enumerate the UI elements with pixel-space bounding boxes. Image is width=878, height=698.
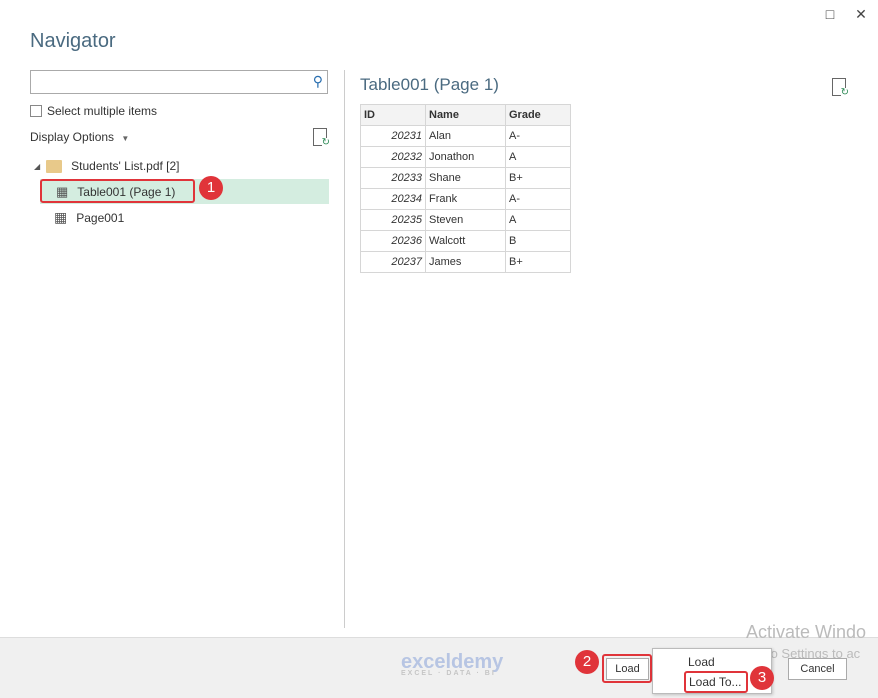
cell-grade: B+ bbox=[505, 251, 571, 273]
table-row: 20235 Steven A bbox=[360, 209, 571, 231]
cell-id: 20237 bbox=[360, 251, 426, 273]
search-input[interactable] bbox=[31, 71, 301, 93]
refresh-document-icon[interactable] bbox=[313, 128, 330, 148]
preview-title: Table001 (Page 1) bbox=[360, 75, 499, 94]
cell-name: Jonathon bbox=[425, 146, 506, 168]
column-header-grade: Grade bbox=[505, 104, 571, 126]
cell-grade: A bbox=[505, 209, 571, 231]
table-row: 20231 Alan A- bbox=[360, 125, 571, 147]
cell-grade: B+ bbox=[505, 167, 571, 189]
tree-item-page001[interactable]: ▦ Page001 bbox=[54, 209, 124, 226]
pane-divider[interactable] bbox=[344, 70, 345, 628]
tree-item-label: Page001 bbox=[76, 210, 125, 225]
maximize-button[interactable]: □ bbox=[820, 4, 840, 24]
tree-item-table001[interactable]: ▦ Table001 (Page 1) bbox=[56, 184, 175, 200]
caret-down-icon: ▼ bbox=[121, 134, 130, 143]
cell-name: Shane bbox=[425, 167, 506, 189]
cell-grade: A bbox=[505, 146, 571, 168]
checkbox-icon[interactable] bbox=[30, 105, 42, 117]
table-row: 20232 Jonathon A bbox=[360, 146, 571, 168]
cell-id: 20232 bbox=[360, 146, 426, 168]
select-multiple-checkbox[interactable]: Select multiple items bbox=[30, 104, 157, 118]
column-header-name: Name bbox=[425, 104, 506, 126]
menu-item-load[interactable]: Load bbox=[688, 655, 715, 669]
table-row: 20234 Frank A- bbox=[360, 188, 571, 210]
cell-name: James bbox=[425, 251, 506, 273]
cell-id: 20235 bbox=[360, 209, 426, 231]
tree-file-node[interactable]: ◢ Students' List.pdf [2] bbox=[34, 159, 180, 173]
table-row: 20237 James B+ bbox=[360, 251, 571, 273]
display-options-dropdown[interactable]: Display Options ▼ bbox=[30, 130, 129, 144]
search-box[interactable]: ⚲ bbox=[30, 70, 328, 94]
folder-icon bbox=[46, 159, 63, 173]
cell-id: 20236 bbox=[360, 230, 426, 252]
cell-id: 20231 bbox=[360, 125, 426, 147]
cell-grade: A- bbox=[505, 188, 571, 210]
collapse-triangle-icon[interactable]: ◢ bbox=[34, 162, 40, 171]
cell-grade: B bbox=[505, 230, 571, 252]
refresh-preview-icon[interactable] bbox=[832, 78, 849, 98]
cell-name: Frank bbox=[425, 188, 506, 210]
preview-table: ID Name Grade 20231 Alan A- 20232 Jonathon A 2… bbox=[360, 104, 571, 273]
cell-name: Alan bbox=[425, 125, 506, 147]
exceldemy-logo: exceldemy EXCEL · DATA · BI bbox=[367, 651, 503, 677]
select-multiple-label: Select multiple items bbox=[47, 104, 158, 118]
cancel-button[interactable]: Cancel bbox=[788, 658, 847, 680]
activate-windows-watermark: Activate Windo bbox=[746, 622, 867, 642]
window-title: Navigator bbox=[30, 30, 116, 52]
annotation-badge-3: 3 bbox=[750, 666, 774, 690]
cell-id: 20233 bbox=[360, 167, 426, 189]
search-icon[interactable]: ⚲ bbox=[313, 73, 323, 90]
display-options-label: Display Options bbox=[30, 130, 115, 144]
file-name: Students' List.pdf [2] bbox=[71, 159, 180, 173]
cell-id: 20234 bbox=[360, 188, 426, 210]
page-grid-icon: ▦ bbox=[54, 209, 68, 225]
cell-grade: A- bbox=[505, 125, 571, 147]
annotation-box-2 bbox=[602, 654, 652, 683]
menu-item-load-to[interactable]: Load To... bbox=[684, 671, 748, 693]
logo-subtext: EXCEL · DATA · BI bbox=[401, 670, 496, 677]
table-icon: ▦ bbox=[56, 184, 69, 199]
annotation-badge-2: 2 bbox=[575, 650, 599, 674]
tree-item-label: Table001 (Page 1) bbox=[77, 185, 176, 199]
cell-name: Steven bbox=[425, 209, 506, 231]
table-row: 20236 Walcott B bbox=[360, 230, 571, 252]
close-button[interactable]: ✕ bbox=[851, 4, 871, 24]
table-row: 20233 Shane B+ bbox=[360, 167, 571, 189]
annotation-badge-1: 1 bbox=[199, 176, 223, 200]
cell-name: Walcott bbox=[425, 230, 506, 252]
column-header-id: ID bbox=[360, 104, 426, 126]
